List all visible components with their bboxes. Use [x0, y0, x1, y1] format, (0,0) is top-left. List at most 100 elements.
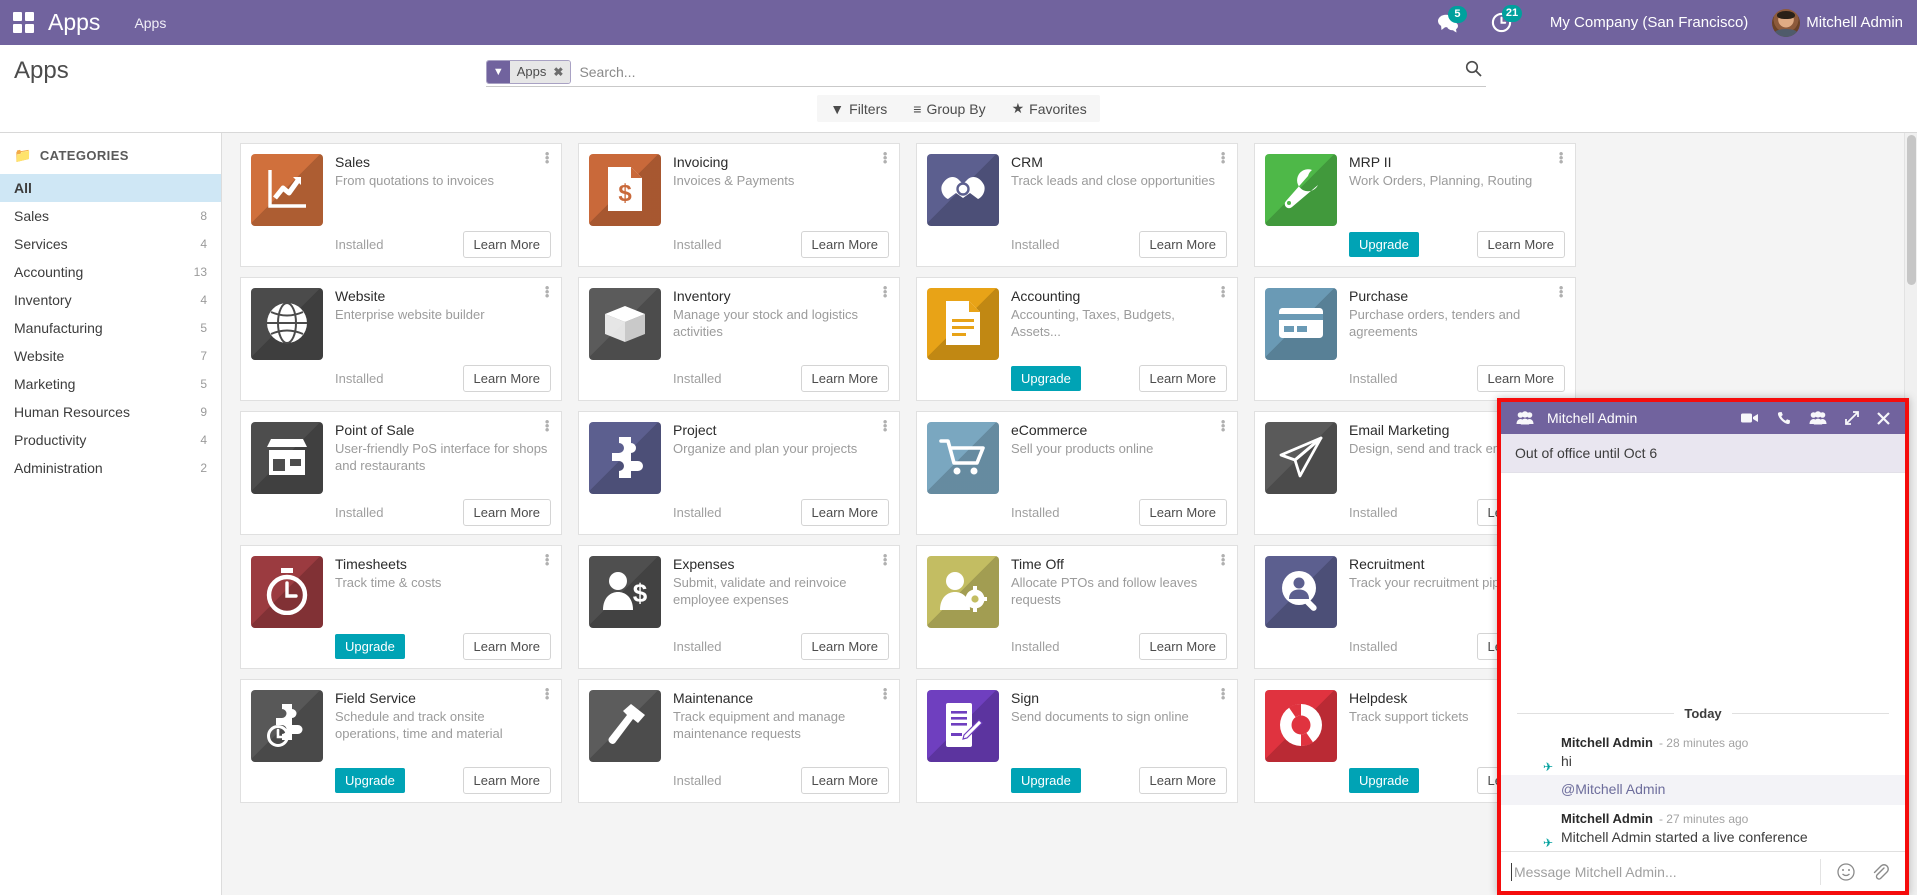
video-camera-icon[interactable] — [1736, 412, 1764, 424]
kebab-menu-icon[interactable]: ••• — [1218, 683, 1228, 704]
favorites-dropdown[interactable]: ★ Favorites — [999, 95, 1100, 122]
app-card[interactable]: Purchase Purchase orders, tenders and agr… — [1254, 277, 1576, 401]
app-card[interactable]: Point of Sale User-friendly PoS interface… — [240, 411, 562, 535]
learn-more-button[interactable]: Learn More — [1138, 231, 1227, 258]
upgrade-button[interactable]: Upgrade — [1011, 768, 1081, 793]
user-menu[interactable]: Mitchell Admin — [1772, 8, 1903, 37]
sidebar-item-human-resources[interactable]: Human Resources 9 — [0, 398, 221, 426]
sidebar-item-administration[interactable]: Administration 2 — [0, 454, 221, 482]
sidebar-item-sales[interactable]: Sales 8 — [0, 202, 221, 230]
kebab-menu-icon[interactable]: ••• — [1556, 147, 1566, 168]
upgrade-button[interactable]: Upgrade — [1349, 768, 1419, 793]
app-icon — [251, 154, 323, 226]
app-card[interactable]: Maintenance Track equipment and manage ma… — [578, 679, 900, 803]
sidebar-item-productivity[interactable]: Productivity 4 — [0, 426, 221, 454]
control-panel: Apps ▼ Apps ✖ ▼ — [0, 45, 1917, 187]
smiley-icon[interactable] — [1829, 862, 1863, 881]
upgrade-button[interactable]: Upgrade — [335, 768, 405, 793]
learn-more-button[interactable]: Learn More — [800, 499, 889, 526]
app-card[interactable]: CRM Track leads and close opportunities In… — [916, 143, 1238, 267]
kebab-menu-icon[interactable]: ••• — [542, 415, 552, 436]
learn-more-button[interactable]: Learn More — [1476, 365, 1565, 392]
upgrade-button[interactable]: Upgrade — [1011, 366, 1081, 391]
learn-more-button[interactable]: Learn More — [1138, 365, 1227, 392]
sidebar-item-accounting[interactable]: Accounting 13 — [0, 258, 221, 286]
learn-more-button[interactable]: Learn More — [1138, 499, 1227, 526]
kebab-menu-icon[interactable]: ••• — [880, 549, 890, 570]
learn-more-button[interactable]: Learn More — [1138, 633, 1227, 660]
app-card[interactable]: eCommerce Sell your products online Instal… — [916, 411, 1238, 535]
mention-text[interactable]: @Mitchell Admin — [1561, 781, 1665, 797]
sidebar-header-label: CATEGORIES — [39, 148, 129, 163]
kebab-menu-icon[interactable]: ••• — [1218, 281, 1228, 302]
kebab-menu-icon[interactable]: ••• — [880, 415, 890, 436]
add-users-icon[interactable] — [1804, 411, 1832, 425]
kebab-menu-icon[interactable]: ••• — [880, 281, 890, 302]
breadcrumb[interactable]: Apps — [134, 15, 166, 31]
sidebar-item-website[interactable]: Website 7 — [0, 342, 221, 370]
expand-icon[interactable] — [1840, 411, 1864, 425]
sidebar-item-manufacturing[interactable]: Manufacturing 5 — [0, 314, 221, 342]
activities-menu[interactable]: 21 — [1491, 5, 1523, 33]
app-card[interactable]: Project Organize and plan your projects In… — [578, 411, 900, 535]
kebab-menu-icon[interactable]: ••• — [542, 147, 552, 168]
search-facet-apps[interactable]: ▼ Apps ✖ — [485, 59, 572, 84]
learn-more-button[interactable]: Learn More — [1476, 231, 1565, 258]
kebab-menu-icon[interactable]: ••• — [880, 683, 890, 704]
searchbar[interactable]: ▼ Apps ✖ — [485, 57, 1486, 87]
app-card[interactable]: Field Service Schedule and track onsite o… — [240, 679, 562, 803]
company-switcher[interactable]: My Company (San Francisco) — [1550, 14, 1748, 31]
kanban-scrollbar-thumb[interactable] — [1907, 135, 1916, 285]
search-input[interactable] — [577, 58, 1486, 85]
app-card[interactable]: $ Expenses Submit, validate and reinvoice … — [578, 545, 900, 669]
kebab-menu-icon[interactable]: ••• — [542, 549, 552, 570]
kebab-menu-icon[interactable]: ••• — [880, 147, 890, 168]
phone-icon[interactable] — [1772, 411, 1796, 425]
app-card[interactable]: $ Invoicing Invoices & Payments Installed Le… — [578, 143, 900, 267]
sidebar-item-count: 13 — [193, 265, 207, 279]
app-card[interactable]: Sales From quotations to invoices Installe… — [240, 143, 562, 267]
sidebar-item-marketing[interactable]: Marketing 5 — [0, 370, 221, 398]
app-card[interactable]: Accounting Accounting, Taxes, Budgets, As… — [916, 277, 1238, 401]
app-card[interactable]: Sign Send documents to sign online Upgrade… — [916, 679, 1238, 803]
app-card[interactable]: MRP II Work Orders, Planning, Routing Upgr… — [1254, 143, 1576, 267]
kebab-menu-icon[interactable]: ••• — [542, 683, 552, 704]
learn-more-button[interactable]: Learn More — [800, 365, 889, 392]
paperclip-icon[interactable] — [1863, 863, 1897, 881]
learn-more-button[interactable]: Learn More — [462, 767, 551, 794]
learn-more-button[interactable]: Learn More — [462, 633, 551, 660]
kebab-menu-icon[interactable]: ••• — [542, 281, 552, 302]
chat-window-header[interactable]: Mitchell Admin — [1501, 402, 1905, 434]
learn-more-button[interactable]: Learn More — [800, 633, 889, 660]
app-card[interactable]: Website Enterprise website builder Install… — [240, 277, 562, 401]
close-icon[interactable] — [1872, 411, 1895, 425]
learn-more-button[interactable]: Learn More — [462, 499, 551, 526]
search-icon[interactable] — [1465, 60, 1482, 80]
chat-message-input[interactable] — [1511, 862, 1812, 881]
app-card-footer: Upgrade Learn More — [1011, 365, 1227, 392]
filters-dropdown[interactable]: ▼ Filters — [817, 95, 900, 122]
messages-menu[interactable]: 5 — [1437, 5, 1467, 33]
groupby-dropdown[interactable]: ≡ Group By — [900, 95, 998, 122]
sidebar-item-inventory[interactable]: Inventory 4 — [0, 286, 221, 314]
learn-more-button[interactable]: Learn More — [1138, 767, 1227, 794]
kebab-menu-icon[interactable]: ••• — [1218, 549, 1228, 570]
nav-brand[interactable]: Apps — [46, 9, 106, 36]
sidebar-item-all[interactable]: All — [0, 174, 221, 202]
upgrade-button[interactable]: Upgrade — [335, 634, 405, 659]
upgrade-button[interactable]: Upgrade — [1349, 232, 1419, 257]
categories-sidebar: 📁 CATEGORIES All Sales 8 Services 4 Accountin… — [0, 133, 222, 895]
app-card[interactable]: Time Off Allocate PTOs and follow leaves … — [916, 545, 1238, 669]
sidebar-item-services[interactable]: Services 4 — [0, 230, 221, 258]
kebab-menu-icon[interactable]: ••• — [1218, 147, 1228, 168]
app-card[interactable]: Timesheets Track time & costs Upgrade Learn… — [240, 545, 562, 669]
app-card[interactable]: Inventory Manage your stock and logistics… — [578, 277, 900, 401]
kebab-menu-icon[interactable]: ••• — [1556, 281, 1566, 302]
apps-menu-toggle[interactable] — [0, 0, 46, 45]
kebab-menu-icon[interactable]: ••• — [1218, 415, 1228, 436]
learn-more-button[interactable]: Learn More — [800, 767, 889, 794]
learn-more-button[interactable]: Learn More — [462, 365, 551, 392]
learn-more-button[interactable]: Learn More — [462, 231, 551, 258]
learn-more-button[interactable]: Learn More — [800, 231, 889, 258]
search-facet-remove[interactable]: ✖ — [551, 60, 571, 83]
